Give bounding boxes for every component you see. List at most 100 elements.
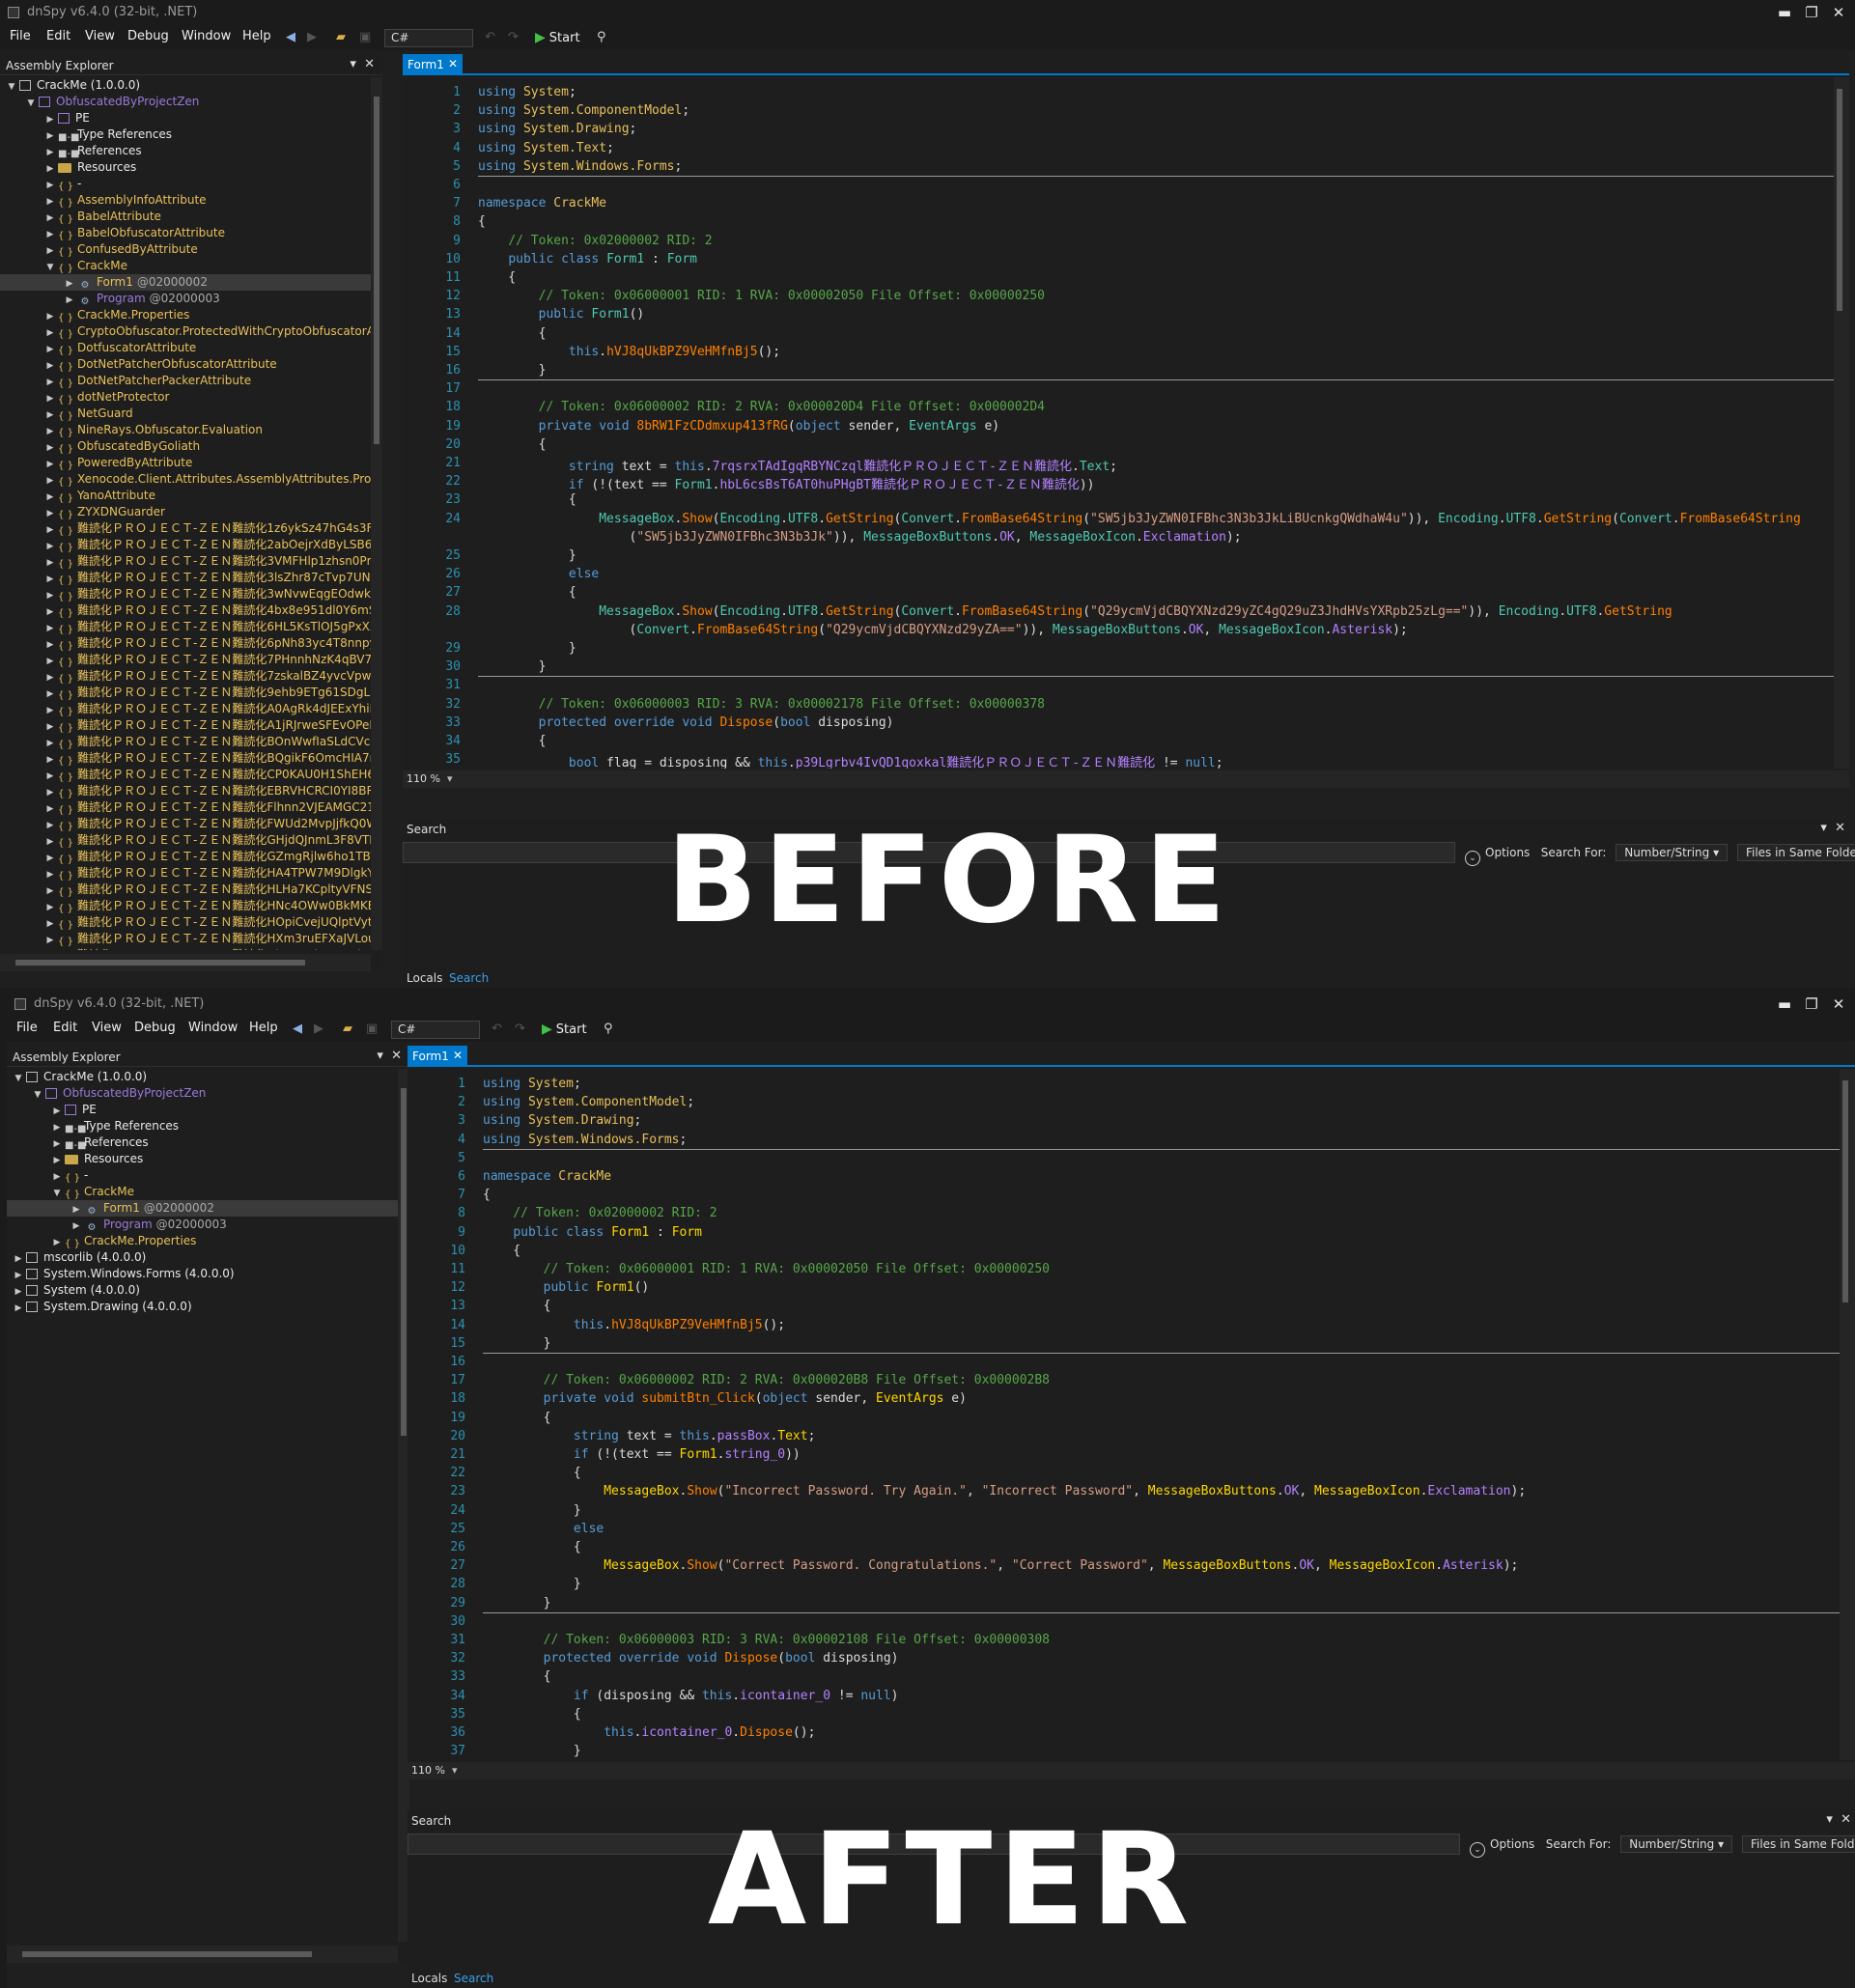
language-combo[interactable]: C# <box>384 29 473 47</box>
explorer-vertical-scrollbar[interactable] <box>371 77 382 950</box>
search-pane-close-icon[interactable]: ▾ ✕ <box>1820 821 1845 835</box>
save-icon[interactable]: ▣ <box>359 28 371 47</box>
search-type-select[interactable]: Number/String ▾ <box>1616 844 1729 861</box>
tab-form1[interactable]: Form1 ✕ <box>408 1046 467 1067</box>
tree-node[interactable]: ▶{ } 難読化ＰＲＯＪＥＣＴ-ＺＥＮ難読化GHjdQJnmL3F8VTDC <box>0 832 371 849</box>
tree-node[interactable]: ▶{ } 難読化ＰＲＯＪＥＣＴ-ＺＥＮ難読化6HL5KsTlOJ5gPxXXZt <box>0 619 371 635</box>
tree-node[interactable]: ▶{ } ConfusedByAttribute <box>0 241 371 258</box>
tree-node[interactable]: ▶ System (4.0.0.0) <box>7 1282 398 1299</box>
options-label[interactable]: Options <box>1485 846 1530 859</box>
zoom-level[interactable]: 110 % <box>411 1764 445 1777</box>
tree-node[interactable]: ▶{ } 難読化ＰＲＯＪＥＣＴ-ＺＥＮ難読化HOpiCvejUQlptVytQ <box>0 914 371 931</box>
tree-node[interactable]: ▶{ } NineRays.Obfuscator.Evaluation <box>0 422 371 438</box>
explorer-horizontal-scrollbar[interactable] <box>7 1946 398 1963</box>
tree-node[interactable]: ▶ ■-■References <box>7 1134 398 1151</box>
tree-node[interactable]: ▶{ } PoweredByAttribute <box>0 455 371 471</box>
menu-debug[interactable]: Debug <box>134 1021 176 1035</box>
tree-node[interactable]: ▶ ■-■Type References <box>0 126 371 143</box>
zoom-level[interactable]: 110 % <box>407 772 440 785</box>
tree-node[interactable]: ▶{ } CryptoObfuscator.ProtectedWithCrypto… <box>0 323 371 340</box>
decompiled-code[interactable]: 1 using System; 2 using System.ComponentMod… <box>408 1069 1840 1760</box>
tab-locals[interactable]: Locals <box>411 1972 447 1985</box>
tree-node[interactable]: ▶{ } 難読化ＰＲＯＪＥＣＴ-ＺＥＮ難読化HA4TPW7M9DlgkYEl <box>0 865 371 882</box>
tree-node[interactable]: ▶ mscorlib (4.0.0.0) <box>7 1249 398 1266</box>
tree-node[interactable]: ▶{ } 難読化ＰＲＯＪＥＣＴ-ＺＥＮ難読化BOnWwfIaSLdCVcd4y <box>0 734 371 750</box>
close-window-icon[interactable]: ✕ <box>1822 994 1855 1015</box>
tree-node[interactable]: ▶{ } 難読化ＰＲＯＪＥＣＴ-ＺＥＮ難読化A1jRJrweSFEvOPeL <box>0 717 371 734</box>
editor-scroll-thumb[interactable] <box>1837 89 1842 311</box>
tree-node[interactable]: ▶{ } DotfuscatorAttribute <box>0 340 371 356</box>
menu-help[interactable]: Help <box>242 29 271 43</box>
tree-node[interactable]: ▶{ } 難読化ＰＲＯＪＥＣＴ-ＺＥＮ難読化HLHa7KCpltyVFNSly5 <box>0 882 371 898</box>
tab-close-icon[interactable]: ✕ <box>453 1049 463 1062</box>
start-button[interactable]: ▶ Start <box>535 28 580 47</box>
tree-node[interactable]: ▶{ } 難読化ＰＲＯＪＥＣＴ-ＺＥＮ難読化1z6ykSz47hG4s3FOF6 <box>0 520 371 537</box>
menu-file[interactable]: File <box>16 1021 38 1035</box>
tree-node[interactable]: ▶ ■-■Type References <box>7 1118 398 1134</box>
tree-node[interactable]: ▶{ } 難読化ＰＲＯＪＥＣＴ-ＺＥＮ難読化2abOejrXdByLSB67BH <box>0 537 371 553</box>
tree-node[interactable]: ▶{ } 難読化ＰＲＯＪＥＣＴ-ＺＥＮ難読化Flhnn2VJEAMGC215w <box>0 799 371 816</box>
tree-node[interactable]: ▶{ } 難読化ＰＲＯＪＥＣＴ-ＺＥＮ難読化GZmgRjlw6ho1TBT7X <box>0 849 371 865</box>
tree-node[interactable]: ▶ ■-■References <box>0 143 371 159</box>
undo-icon[interactable]: ↶ <box>485 28 495 47</box>
tree-node[interactable]: ▶{ } 難読化ＰＲＯＪＥＣＴ-ＺＥＮ難読化EBRVHCRCI0YI8BRq <box>0 783 371 799</box>
tree-node[interactable]: ▶{ } ObfuscatedByGoliath <box>0 438 371 455</box>
forward-icon[interactable]: ▶ <box>314 1020 323 1039</box>
tree-node[interactable]: ▶{ } BabelAttribute <box>0 209 371 225</box>
tree-node[interactable]: ▶ PE <box>7 1102 398 1118</box>
tree-node[interactable]: ▶ System.Drawing (4.0.0.0) <box>7 1299 398 1315</box>
tree-node[interactable]: ▶{ } 難読化ＰＲＯＪＥＣＴ-ＺＥＮ難読化3VMFHlp1zhsn0PmcZ <box>0 553 371 570</box>
editor-vertical-scrollbar[interactable] <box>1840 1069 1855 1760</box>
search-scope-select[interactable]: Files in Same Folder ▾ <box>1736 844 1855 861</box>
tree-node[interactable]: ▶ PE <box>0 110 371 126</box>
language-combo[interactable]: C# <box>391 1021 480 1039</box>
explorer-horizontal-scrollbar[interactable] <box>0 954 371 971</box>
menu-window[interactable]: Window <box>188 1021 238 1035</box>
explorer-hscroll-thumb[interactable] <box>15 960 305 966</box>
tree-node[interactable]: ▶{ } 難読化ＰＲＯＪＥＣＴ-ＺＥＮ難読化HNc4OWw0BkMKEBr <box>0 898 371 914</box>
tab-close-icon[interactable]: ✕ <box>448 57 458 70</box>
close-window-icon[interactable]: ✕ <box>1822 2 1855 23</box>
tree-node[interactable]: ▼ ObfuscatedByProjectZen <box>0 94 371 110</box>
search-icon[interactable]: ⚲ <box>604 1020 613 1039</box>
tree-node[interactable]: ▶{ } 難読化ＰＲＯＪＥＣＴ-ＺＥＮ難読化CP0KAU0H1ShEH6ii8 <box>0 767 371 783</box>
tree-node[interactable]: ▶{ } 難読化ＰＲＯＪＥＣＴ-ＺＥＮ難読化7PHnnhNzK4qBV78Vl <box>0 652 371 668</box>
tree-node[interactable]: ▼{ } CrackMe <box>0 258 371 274</box>
menu-edit[interactable]: Edit <box>46 29 70 43</box>
forward-icon[interactable]: ▶ <box>307 28 317 47</box>
tree-node[interactable]: ▶{ } 難読化ＰＲＯＪＥＣＴ-ＺＥＮ難読化A0AgRk4dJEExYhiLtF <box>0 701 371 717</box>
editor-scroll-thumb[interactable] <box>1842 1080 1848 1302</box>
open-icon[interactable]: ▰ <box>336 28 346 47</box>
tree-node[interactable]: ▶{ } - <box>7 1167 398 1184</box>
start-button[interactable]: ▶ Start <box>542 1020 587 1039</box>
tree-node[interactable]: ▼{ } CrackMe <box>7 1184 398 1200</box>
options-label[interactable]: Options <box>1490 1837 1534 1851</box>
menu-view[interactable]: View <box>85 29 115 43</box>
tree-node[interactable]: ▶ { } 難読化ＰＲＯＪＥＣＴ-ＺＥＮ難読化HXm3ruEFXaJVLouLF <box>0 931 371 947</box>
tab-search[interactable]: Search <box>449 971 489 985</box>
options-expand-icon[interactable]: ⌄ <box>1470 1842 1485 1858</box>
tree-node[interactable]: ▶{ } - <box>0 176 371 192</box>
tree-node[interactable]: ▶{ } 難読化ＰＲＯＪＥＣＴ-ＺＥＮ難読化BQgikF6OmcHIA7rW <box>0 750 371 767</box>
zoom-dropdown-icon[interactable]: ▾ <box>452 1764 458 1777</box>
tree-node[interactable]: ▶{ } CrackMe.Properties <box>0 307 371 323</box>
back-icon[interactable]: ◀ <box>286 28 295 47</box>
tree-node[interactable]: ▶{ } DotNetPatcherObfuscatorAttribute <box>0 356 371 373</box>
tree-node[interactable]: ▶{ } ZYXDNGuarder <box>0 504 371 520</box>
search-icon[interactable]: ⚲ <box>597 28 606 47</box>
tree-node[interactable]: ▶{ } 難読化ＰＲＯＪＥＣＴ-ＺＥＮ難読化FWUd2MvpJjfkQ0WV <box>0 816 371 832</box>
tree-node[interactable]: ▶{ } 難読化ＰＲＯＪＥＣＴ-ＺＥＮ難読化6pNh83yc4T8nnpyg4 <box>0 635 371 652</box>
menu-file[interactable]: File <box>10 29 31 43</box>
explorer-scroll-thumb[interactable] <box>374 97 379 444</box>
tree-node[interactable]: ▶ ⚙ Form1 @02000002 <box>0 274 371 291</box>
tree-node[interactable]: ▶ Resources <box>0 159 371 176</box>
tree-node[interactable]: ▶ ⚙ Program @02000003 <box>0 291 371 307</box>
undo-icon[interactable]: ↶ <box>492 1020 502 1039</box>
tree-node[interactable]: ▶{ } 難読化ＰＲＯＪＥＣＴ-ＺＥＮ難読化7zskalBZ4yvcVpwyTjr <box>0 668 371 685</box>
tab-form1[interactable]: Form1 ✕ <box>403 54 463 75</box>
tree-node[interactable]: ▶{ } Xenocode.Client.Attributes.AssemblyA… <box>0 471 371 488</box>
tree-node[interactable]: ▶ ⚙ Form1 @02000002 <box>7 1200 398 1217</box>
tree-node[interactable]: ▶{ } dotNetProtector <box>0 389 371 406</box>
tree-node[interactable]: ▶{ } BabelObfuscatorAttribute <box>0 225 371 241</box>
tree-node[interactable]: ▶{ } CrackMe.Properties <box>7 1233 398 1249</box>
